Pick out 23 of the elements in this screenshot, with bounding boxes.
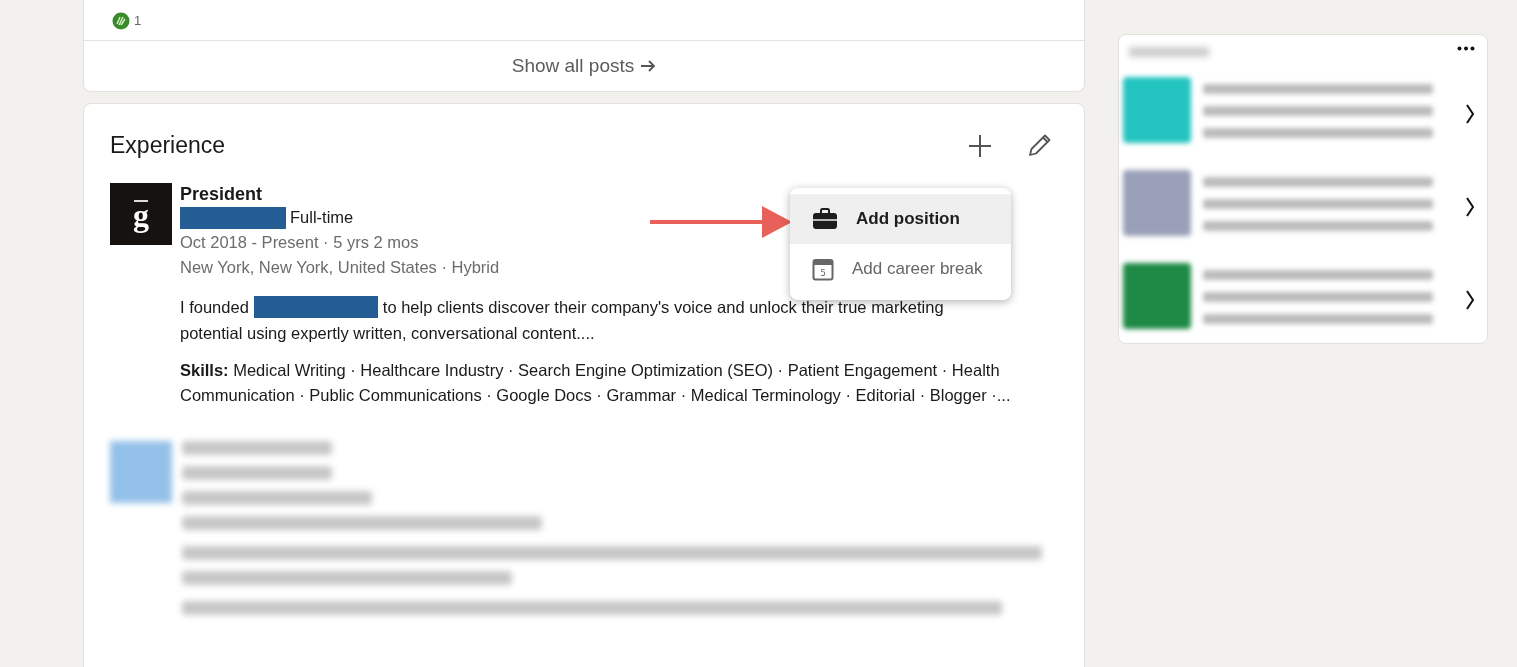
description-text: to help clients discover their company's voice and unlock their true marketing <box>382 297 944 318</box>
skills-text: Skills: Medical Writing · Healthcare Industry · Search Engine Optimization (SEO) · Patient Engagement · Health Communication · Public Communications · Google Docs · Grammar · Medical Terminology · Editorial · Blogger ·... <box>180 360 1012 406</box>
menu-item[interactable]: Add position <box>790 194 1011 244</box>
reaction-count[interactable]: 1 <box>134 13 142 28</box>
description-text: potential using expertly written, conversational content.... <box>180 323 595 344</box>
show-all-posts-button[interactable]: Show all posts <box>503 51 665 81</box>
section-title: Experience <box>110 132 226 159</box>
dates-text: Oct 2018 - Present · 5 yrs 2 mos <box>180 232 419 253</box>
chevron-right-icon[interactable] <box>1465 195 1475 218</box>
location-text: New York, New York, United States · Hybrid <box>180 257 500 278</box>
chevron-right-icon[interactable] <box>1465 102 1475 125</box>
add-icon[interactable] <box>968 133 992 158</box>
arrow-right-icon <box>640 59 657 73</box>
company-logo: g <box>110 183 172 245</box>
description-text: I founded <box>180 297 249 318</box>
employment-type: Full-time <box>290 208 354 227</box>
more-icon[interactable] <box>1457 46 1475 51</box>
position-title: President <box>180 183 264 205</box>
calendar-icon: 5 <box>812 257 834 281</box>
menu-item[interactable]: 5 Add career break <box>790 244 1011 294</box>
briefcase-icon <box>812 208 838 230</box>
chevron-right-icon[interactable] <box>1465 288 1475 311</box>
edit-icon[interactable] <box>1026 132 1052 159</box>
